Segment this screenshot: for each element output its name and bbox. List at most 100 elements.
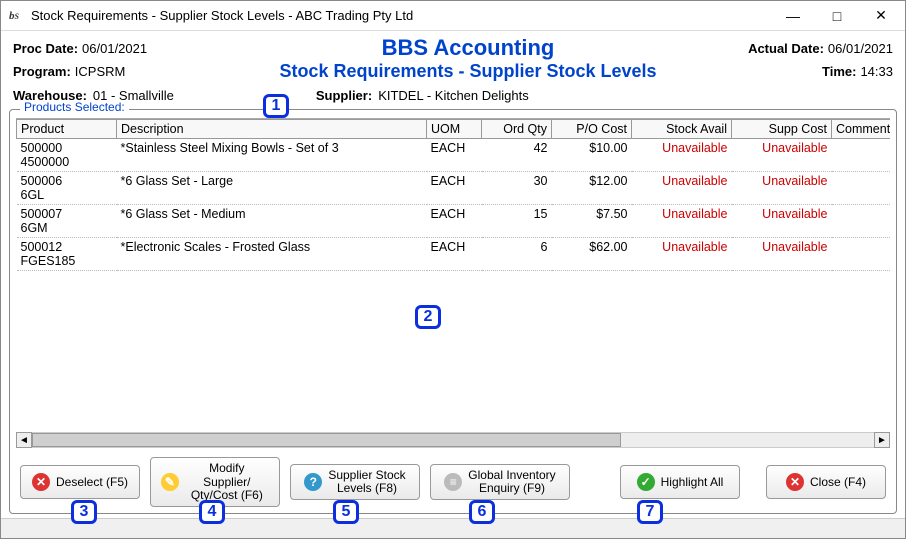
program-label: Program: xyxy=(13,64,71,79)
cell-po: $7.50 xyxy=(552,205,632,238)
cell-qty: 30 xyxy=(482,172,552,205)
cell-avail: Unavailable xyxy=(632,205,732,238)
main-title: BBS Accounting xyxy=(263,35,673,61)
maximize-button[interactable]: □ xyxy=(815,2,859,30)
scroll-left-icon[interactable]: ◄ xyxy=(16,432,32,448)
callout-4: 4 xyxy=(199,500,225,524)
col-supp-cost[interactable]: Supp Cost xyxy=(732,120,832,139)
cell-product: 500007 xyxy=(21,207,63,221)
window-title: Stock Requirements - Supplier Stock Leve… xyxy=(31,8,771,23)
supplier-value: KITDEL - Kitchen Delights xyxy=(378,88,529,103)
titlebar: bS Stock Requirements - Supplier Stock L… xyxy=(1,1,905,31)
supplier-label: Supplier: xyxy=(316,88,372,103)
question-icon: ? xyxy=(304,473,322,491)
table-row[interactable]: 5000076GM *6 Glass Set - Medium EACH 15 … xyxy=(17,205,891,238)
col-product[interactable]: Product xyxy=(17,120,117,139)
col-uom[interactable]: UOM xyxy=(427,120,482,139)
callout-2: 2 xyxy=(415,305,441,329)
cell-comments xyxy=(832,139,891,172)
proc-date-value: 06/01/2021 xyxy=(82,41,147,56)
cell-qty: 42 xyxy=(482,139,552,172)
col-ord-qty[interactable]: Ord Qty xyxy=(482,120,552,139)
products-table: Product Description UOM Ord Qty P/O Cost… xyxy=(16,119,890,271)
cell-product: 500000 xyxy=(21,141,63,155)
app-window: bS Stock Requirements - Supplier Stock L… xyxy=(0,0,906,539)
cell-uom: EACH xyxy=(427,205,482,238)
products-table-wrap: Product Description UOM Ord Qty P/O Cost… xyxy=(16,118,890,429)
highlight-label: Highlight All xyxy=(661,476,724,489)
button-row: ✕ Deselect (F5) ✎ Modify Supplier/ Qty/C… xyxy=(10,453,896,513)
cell-product2: 6GL xyxy=(21,188,45,202)
close-label: Close (F4) xyxy=(810,476,866,489)
cell-supp: Unavailable xyxy=(732,139,832,172)
program-value: ICPSRM xyxy=(75,64,126,79)
pencil-icon: ✎ xyxy=(161,473,179,491)
horizontal-scrollbar[interactable]: ◄ ► xyxy=(16,431,890,449)
cell-avail: Unavailable xyxy=(632,172,732,205)
cell-avail: Unavailable xyxy=(632,139,732,172)
info-row: Warehouse: 01 - Smallville Supplier: KIT… xyxy=(1,84,905,109)
close-icon: ✕ xyxy=(786,473,804,491)
proc-date-label: Proc Date: xyxy=(13,41,78,56)
close-button[interactable]: ✕ Close (F4) xyxy=(766,465,886,499)
supplier-stock-button[interactable]: ? Supplier Stock Levels (F8) xyxy=(290,464,420,500)
check-icon: ✓ xyxy=(637,473,655,491)
callout-6: 6 xyxy=(469,500,495,524)
minimize-button[interactable]: — xyxy=(771,2,815,30)
scroll-thumb[interactable] xyxy=(32,433,621,447)
deselect-button[interactable]: ✕ Deselect (F5) xyxy=(20,465,140,499)
col-comments[interactable]: Comments xyxy=(832,120,891,139)
cell-supp: Unavailable xyxy=(732,172,832,205)
table-row[interactable]: 5000066GL *6 Glass Set - Large EACH 30 $… xyxy=(17,172,891,205)
col-stock-avail[interactable]: Stock Avail xyxy=(632,120,732,139)
scroll-right-icon[interactable]: ► xyxy=(874,432,890,448)
global-inv-label: Global Inventory Enquiry (F9) xyxy=(468,469,555,495)
status-bar xyxy=(1,518,905,538)
products-groupbox: Products Selected: Product Description U… xyxy=(9,109,897,514)
close-window-button[interactable]: ✕ xyxy=(859,2,903,30)
table-row[interactable]: 5000004500000 *Stainless Steel Mixing Bo… xyxy=(17,139,891,172)
list-icon: ≡ xyxy=(444,473,462,491)
cell-uom: EACH xyxy=(427,172,482,205)
sub-title: Stock Requirements - Supplier Stock Leve… xyxy=(263,61,673,82)
cell-desc: *Stainless Steel Mixing Bowls - Set of 3 xyxy=(117,139,427,172)
col-description[interactable]: Description xyxy=(117,120,427,139)
cell-product2: 6GM xyxy=(21,221,48,235)
cell-uom: EACH xyxy=(427,139,482,172)
cell-desc: *Electronic Scales - Frosted Glass xyxy=(117,238,427,271)
global-inventory-button[interactable]: ≡ Global Inventory Enquiry (F9) xyxy=(430,464,570,500)
cell-comments xyxy=(832,172,891,205)
table-body: 5000004500000 *Stainless Steel Mixing Bo… xyxy=(17,139,891,271)
cell-comments xyxy=(832,205,891,238)
cell-desc: *6 Glass Set - Large xyxy=(117,172,427,205)
cell-comments xyxy=(832,238,891,271)
cell-avail: Unavailable xyxy=(632,238,732,271)
cell-supp: Unavailable xyxy=(732,238,832,271)
cell-product2: 4500000 xyxy=(21,155,70,169)
callout-5: 5 xyxy=(333,500,359,524)
groupbox-legend: Products Selected: xyxy=(20,100,129,114)
time-label: Time: xyxy=(822,64,856,79)
cell-qty: 6 xyxy=(482,238,552,271)
header: Proc Date: 06/01/2021 BBS Accounting Act… xyxy=(1,31,905,84)
table-header-row: Product Description UOM Ord Qty P/O Cost… xyxy=(17,120,891,139)
cell-uom: EACH xyxy=(427,238,482,271)
table-row[interactable]: 500012FGES185 *Electronic Scales - Frost… xyxy=(17,238,891,271)
col-po-cost[interactable]: P/O Cost xyxy=(552,120,632,139)
x-icon: ✕ xyxy=(32,473,50,491)
cell-desc: *6 Glass Set - Medium xyxy=(117,205,427,238)
callout-1: 1 xyxy=(263,94,289,118)
cell-qty: 15 xyxy=(482,205,552,238)
callout-7: 7 xyxy=(637,500,663,524)
app-icon: bS xyxy=(9,8,25,24)
modify-label: Modify Supplier/ Qty/Cost (F6) xyxy=(185,462,269,502)
window-controls: — □ ✕ xyxy=(771,2,903,30)
callout-3: 3 xyxy=(71,500,97,524)
cell-po: $62.00 xyxy=(552,238,632,271)
cell-product2: FGES185 xyxy=(21,254,76,268)
scroll-track[interactable] xyxy=(32,432,874,448)
highlight-all-button[interactable]: ✓ Highlight All xyxy=(620,465,740,499)
actual-date-value: 06/01/2021 xyxy=(828,41,893,56)
cell-po: $12.00 xyxy=(552,172,632,205)
deselect-label: Deselect (F5) xyxy=(56,476,128,489)
